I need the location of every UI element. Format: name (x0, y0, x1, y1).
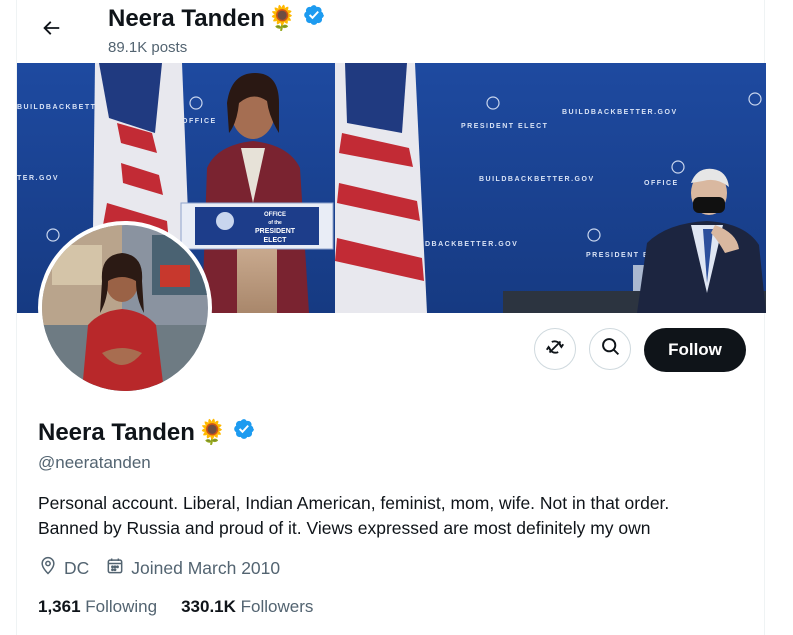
followers-link[interactable]: 330.1K Followers (181, 597, 313, 617)
sunflower-emoji: 🌻 (196, 419, 227, 446)
following-label: Following (85, 597, 158, 616)
notifications-off-icon (544, 336, 566, 363)
display-name: Neera Tanden (38, 419, 195, 446)
backdrop-text: OFFICE (644, 180, 679, 187)
bio-line: Banned by Russia and proud of it. Views … (38, 518, 651, 538)
header-name: Neera Tanden (108, 5, 265, 32)
profile-handle: @neeratanden (38, 453, 151, 472)
follow-stats: 1,361 Following 330.1K Followers (38, 597, 337, 617)
followers-label: Followers (240, 597, 314, 616)
following-link[interactable]: 1,361 Following (38, 597, 157, 617)
profile-bio: Personal account. Liberal, Indian Americ… (38, 491, 758, 541)
avatar-photo (42, 225, 208, 391)
following-count: 1,361 (38, 597, 81, 616)
calendar-icon (105, 556, 131, 581)
profile-meta: DC Joined March 2010 (38, 556, 296, 581)
backdrop-text: BUILDBACKBETTER.GOV (562, 109, 678, 116)
backdrop-text: BUILDBACKBETTER.GOV (479, 176, 595, 183)
backdrop-text: PRESIDENT ELECT (461, 123, 548, 130)
verified-badge-icon (303, 4, 325, 34)
profile-avatar[interactable] (38, 221, 212, 395)
arrow-left-icon (40, 17, 62, 44)
sign-office: OFFICE (264, 212, 286, 218)
posts-count: 89.1K posts (108, 39, 188, 56)
header-title: Neera Tanden 🌻 (108, 4, 325, 34)
profile-name: Neera Tanden 🌻 (38, 417, 255, 449)
backdrop-text: DBACKBETTER.GOV (425, 241, 518, 248)
profile-header: Neera Tanden 🌻 89.1K posts (17, 0, 766, 62)
sign-elect: ELECT (264, 237, 288, 244)
search-profile-button[interactable] (589, 328, 631, 370)
joined-item: Joined March 2010 (105, 556, 280, 581)
verified-badge-icon[interactable] (233, 417, 255, 449)
notifications-button[interactable] (534, 328, 576, 370)
location-pin-icon (38, 556, 64, 581)
sign-president: PRESIDENT (255, 228, 296, 235)
bio-line: Personal account. Liberal, Indian Americ… (38, 493, 670, 513)
sunflower-emoji: 🌻 (266, 5, 297, 32)
back-button[interactable] (31, 10, 71, 50)
sign-of-the: of the (268, 220, 282, 226)
location-item: DC (38, 556, 89, 581)
followers-count: 330.1K (181, 597, 236, 616)
backdrop-text: TER.GOV (17, 175, 59, 182)
search-icon (600, 336, 621, 362)
profile-column: Neera Tanden 🌻 89.1K posts BUILDBACKBETT… (16, 0, 766, 635)
backdrop-text: BUILDBACKBETT (17, 104, 96, 111)
backdrop-text: OFFICE (182, 118, 217, 125)
follow-button[interactable]: Follow (644, 328, 746, 372)
joined-text: Joined March 2010 (131, 558, 281, 578)
location-text: DC (64, 558, 90, 578)
